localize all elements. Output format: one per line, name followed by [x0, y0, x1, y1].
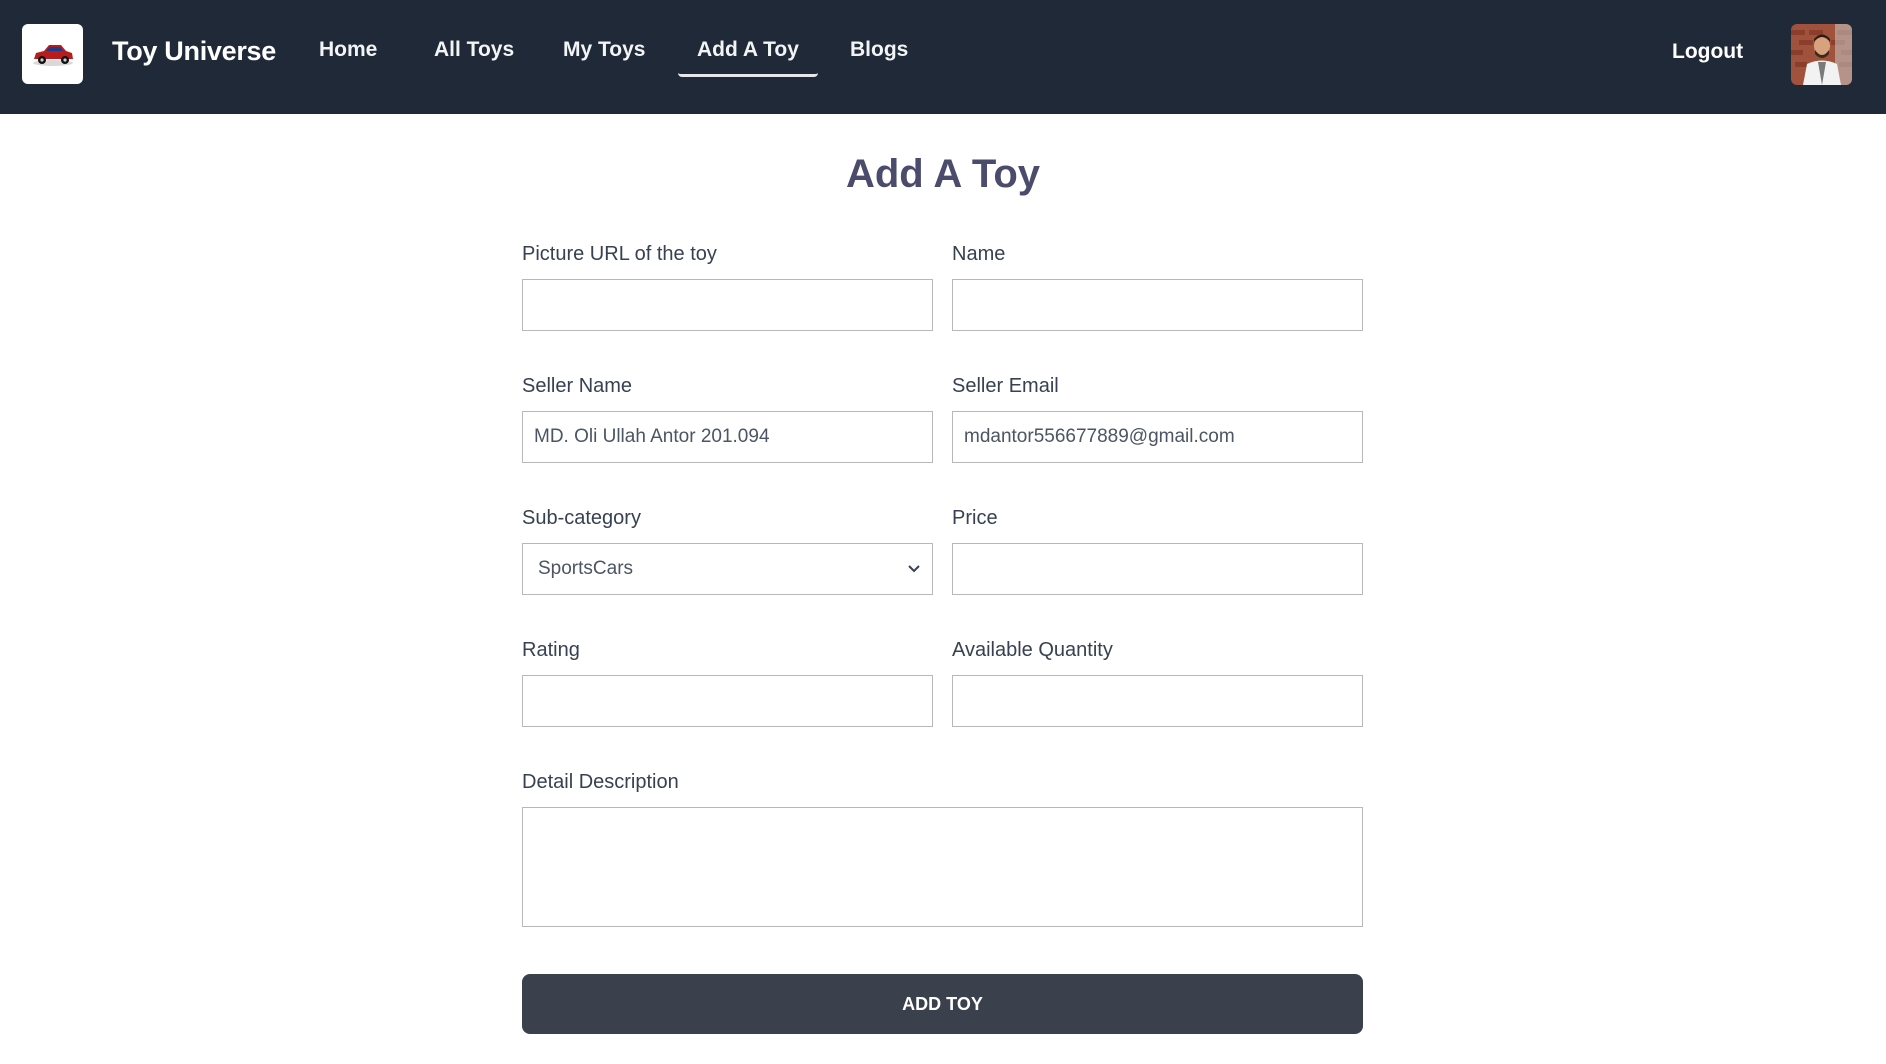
seller-name-label: Seller Name — [522, 375, 633, 397]
seller-name-input[interactable] — [522, 411, 933, 463]
logout-button[interactable]: Logout — [1672, 40, 1743, 64]
picture-url-input[interactable] — [522, 279, 933, 331]
sub-category-select[interactable]: SportsCars — [522, 543, 933, 595]
seller-email-input[interactable] — [952, 411, 1363, 463]
picture-url-label: Picture URL of the toy — [522, 243, 717, 265]
name-input[interactable] — [952, 279, 1363, 331]
nav-all-toys[interactable]: All Toys — [434, 38, 514, 62]
description-textarea[interactable] — [522, 807, 1363, 927]
description-label: Detail Description — [522, 771, 679, 793]
brand-name[interactable]: Toy Universe — [112, 36, 276, 67]
sub-category-label: Sub-category — [522, 507, 641, 529]
user-avatar-icon — [1791, 24, 1852, 85]
nav-blogs[interactable]: Blogs — [850, 38, 908, 62]
price-label: Price — [952, 507, 998, 529]
price-input[interactable] — [952, 543, 1363, 595]
rating-input[interactable] — [522, 675, 933, 727]
nav-my-toys[interactable]: My Toys — [563, 38, 645, 62]
seller-email-label: Seller Email — [952, 375, 1059, 397]
car-logo-icon — [32, 45, 73, 66]
rating-label: Rating — [522, 639, 580, 661]
add-toy-button[interactable]: ADD TOY — [522, 974, 1363, 1034]
nav-home[interactable]: Home — [319, 38, 377, 62]
top-navbar: Toy Universe Home All Toys My Toys Add A… — [0, 0, 1886, 114]
quantity-input[interactable] — [952, 675, 1363, 727]
user-avatar[interactable] — [1791, 24, 1852, 85]
sub-category-value: SportsCars — [538, 558, 634, 579]
name-label: Name — [952, 243, 1006, 265]
nav-add-a-toy[interactable]: Add A Toy — [678, 38, 818, 77]
chevron-down-icon — [908, 565, 920, 573]
quantity-label: Available Quantity — [952, 639, 1113, 661]
page-title: Add A Toy — [845, 152, 1041, 196]
brand-logo[interactable] — [22, 24, 83, 84]
